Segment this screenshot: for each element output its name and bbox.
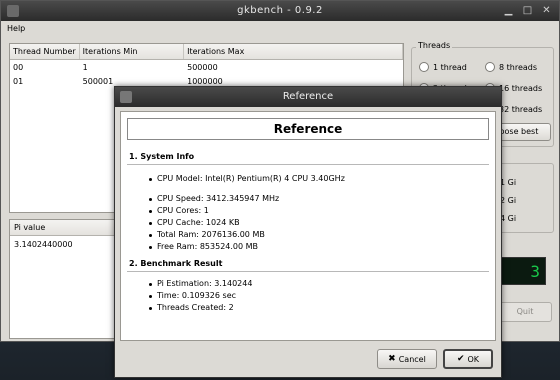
dialog-title: Reference bbox=[282, 91, 334, 102]
list-item: CPU Cores: 1 bbox=[149, 205, 495, 217]
cell-thread-number: 00 bbox=[13, 63, 24, 72]
cancel-button[interactable]: ✖ Cancel bbox=[377, 349, 437, 369]
list-item: Time: 0.109326 sec bbox=[149, 290, 495, 302]
cancel-label: Cancel bbox=[398, 354, 426, 364]
cell-iterations-max: 500000 bbox=[187, 63, 218, 72]
cell-thread-number: 01 bbox=[13, 77, 24, 86]
table-row[interactable]: 00 1 500000 bbox=[10, 60, 403, 74]
cancel-icon: ✖ bbox=[388, 354, 396, 364]
main-titlebar: gkbench - 0.9.2 ▁ □ ✕ bbox=[1, 1, 559, 21]
reference-dialog: Reference Reference 1. System Info CPU M… bbox=[114, 86, 502, 378]
iterations-option-4gi[interactable]: 4 Gi bbox=[500, 214, 516, 223]
column-header-thread-number[interactable]: Thread Number bbox=[10, 44, 80, 59]
iterations-option-1gi[interactable]: 1 Gi bbox=[500, 178, 516, 187]
ok-button[interactable]: ✔ OK bbox=[443, 349, 493, 369]
menu-help[interactable]: Help bbox=[7, 24, 25, 33]
column-header-iterations-min[interactable]: Iterations Min bbox=[80, 44, 185, 59]
dialog-titlebar: Reference bbox=[115, 87, 501, 107]
radio-label: 1 thread bbox=[433, 62, 467, 72]
list-item: CPU Cache: 1024 KB bbox=[149, 217, 495, 229]
threads-group-label: Threads bbox=[416, 41, 453, 50]
radio-8-threads[interactable]: 8 threads bbox=[485, 62, 537, 72]
list-item: Free Ram: 853524.00 MB bbox=[149, 241, 495, 253]
cell-iterations-min: 1 bbox=[82, 63, 88, 72]
window-title: gkbench - 0.9.2 bbox=[237, 5, 323, 16]
radio-label: 32 threads bbox=[499, 104, 543, 114]
column-header-iterations-max[interactable]: Iterations Max bbox=[184, 44, 403, 59]
iterations-option-2gi[interactable]: 2 Gi bbox=[500, 196, 516, 205]
list-item: Total Ram: 2076136.00 MB bbox=[149, 229, 495, 241]
list-item: Threads Created: 2 bbox=[149, 302, 495, 314]
list-item: Pi Estimation: 3.140244 bbox=[149, 278, 495, 290]
radio-1-thread[interactable]: 1 thread bbox=[419, 62, 467, 72]
radio-label: 8 threads bbox=[499, 62, 538, 72]
minimize-icon[interactable]: ▁ bbox=[502, 4, 515, 17]
table-header: Thread Number Iterations Min Iterations … bbox=[10, 44, 403, 60]
quit-button[interactable]: Quit bbox=[498, 302, 552, 322]
radio-label: 16 threads bbox=[499, 83, 543, 93]
list-item: CPU Model: Intel(R) Pentium(R) 4 CPU 3.4… bbox=[149, 173, 495, 185]
section-system-info: 1. System Info bbox=[129, 152, 195, 161]
list-item: CPU Speed: 3412.345947 MHz bbox=[149, 193, 495, 205]
reference-heading: Reference bbox=[127, 118, 489, 140]
ok-label: OK bbox=[467, 354, 480, 364]
maximize-icon[interactable]: □ bbox=[521, 4, 534, 17]
section-benchmark-result: 2. Benchmark Result bbox=[129, 259, 223, 268]
menubar: Help bbox=[1, 21, 559, 37]
dialog-menu-icon[interactable] bbox=[120, 91, 132, 103]
close-icon[interactable]: ✕ bbox=[540, 4, 553, 17]
dialog-content: Reference 1. System Info CPU Model: Inte… bbox=[120, 111, 496, 341]
ok-icon: ✔ bbox=[456, 354, 465, 364]
radio-icon bbox=[485, 62, 495, 72]
radio-icon bbox=[419, 62, 429, 72]
